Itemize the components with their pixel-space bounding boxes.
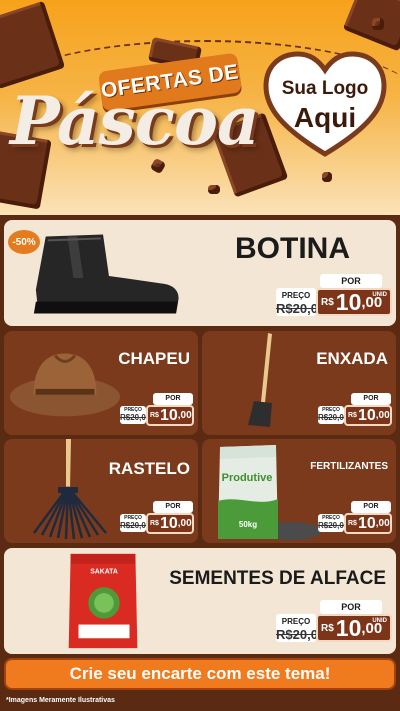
por-label: POR bbox=[351, 501, 391, 513]
current-price: R$ 10 ,00 UNID bbox=[316, 288, 392, 316]
old-price: R$20,00 bbox=[120, 413, 151, 422]
product-title: RASTELO bbox=[108, 459, 190, 478]
product-card-fertilizantes: FERTILIZANTES 50kg Produtive PREÇO R$20,… bbox=[202, 439, 396, 543]
seed-pack-image: SAKATA bbox=[68, 553, 138, 649]
currency: R$ bbox=[150, 412, 159, 419]
preco-label: PREÇO bbox=[281, 617, 311, 626]
product-title: ENXADA bbox=[316, 349, 388, 368]
price-block: PREÇO R$20,00 POR R$ 10 ,00 bbox=[318, 501, 394, 535]
current-price: R$ 10 ,00 bbox=[146, 405, 194, 426]
logo-line2: Aqui bbox=[293, 102, 357, 133]
old-price-box: PREÇO R$20,00 bbox=[318, 514, 349, 532]
chocolate-piece bbox=[322, 172, 332, 182]
price-block: PREÇO R$20,00 POR R$ 10 ,00 bbox=[120, 501, 196, 535]
price-int: 10 bbox=[335, 614, 362, 641]
price-block: PREÇO R$20,00 POR R$ 10 ,00 UNID bbox=[276, 274, 394, 318]
product-title: CHAPEU bbox=[118, 349, 190, 368]
old-price: R$20,00 bbox=[276, 301, 326, 316]
logo-line1: Sua Logo bbox=[281, 78, 369, 99]
price-block: PREÇO R$20,00 POR R$ 10 ,00 bbox=[318, 393, 394, 427]
product-card-botina: BOTINA PREÇO R$20,00 POR R$ 10 ,00 UNID bbox=[4, 220, 396, 326]
bag-brand: Produtive bbox=[222, 472, 273, 484]
old-price: R$20,00 bbox=[318, 413, 349, 422]
price-int: 10 bbox=[159, 406, 178, 424]
price-block: PREÇO R$20,00 POR R$ 10 ,00 UNID bbox=[276, 600, 394, 644]
product-card-enxada: ENXADA PREÇO R$20,00 POR R$ 10 ,00 bbox=[202, 331, 396, 435]
por-label: POR bbox=[320, 274, 382, 288]
cta-button[interactable]: Crie seu encarte com este tema! bbox=[4, 658, 396, 690]
current-price: R$ 10 ,00 bbox=[344, 405, 392, 426]
price-cents: ,00 bbox=[375, 518, 390, 529]
old-price-box: PREÇO R$20,00 bbox=[276, 614, 326, 642]
chocolate-piece bbox=[372, 18, 384, 30]
current-price: R$ 10 ,00 bbox=[146, 513, 194, 534]
preco-label: PREÇO bbox=[281, 291, 311, 300]
product-title: BOTINA bbox=[235, 232, 350, 265]
bag-weight: 50kg bbox=[239, 520, 257, 529]
product-card-chapeu: CHAPEU PREÇO R$20,00 POR R$ 10 ,00 bbox=[4, 331, 198, 435]
product-title: SEMENTES DE ALFACE bbox=[169, 568, 386, 589]
current-price: R$ 10 ,00 UNID bbox=[316, 614, 392, 642]
product-card-rastelo: RASTELO PREÇO R$20,00 POR R$ 10 ,00 bbox=[4, 439, 198, 543]
por-label: POR bbox=[153, 501, 193, 513]
por-label: POR bbox=[351, 393, 391, 405]
por-label: POR bbox=[153, 393, 193, 405]
current-price: R$ 10 ,00 bbox=[344, 513, 392, 534]
old-price-box: PREÇO R$20,00 bbox=[120, 514, 151, 532]
price-int: 10 bbox=[357, 406, 376, 424]
fertilizer-bag-image: 50kg Produtive bbox=[218, 445, 322, 540]
price-int: 10 bbox=[357, 514, 376, 532]
hat-image bbox=[9, 353, 121, 417]
easter-title: Páscoa bbox=[10, 82, 260, 160]
price-cents: ,00 bbox=[177, 410, 192, 421]
disclaimer-text: *Imagens Meramente Ilustrativas bbox=[6, 697, 115, 704]
header: OFERTAS DE Páscoa Sua Logo Aqui bbox=[0, 0, 400, 215]
currency: R$ bbox=[348, 412, 357, 419]
unit-label: UNID bbox=[372, 618, 387, 624]
currency: R$ bbox=[321, 296, 334, 308]
pack-brand: SAKATA bbox=[90, 569, 118, 576]
product-card-sementes: SEMENTES DE ALFACE SAKATA PREÇO R$20,00 … bbox=[4, 548, 396, 654]
hoe-image bbox=[248, 333, 272, 427]
rake-image bbox=[32, 439, 107, 540]
old-price: R$20,00 bbox=[318, 521, 349, 530]
price-block: PREÇO R$20,00 POR R$ 10 ,00 bbox=[120, 393, 196, 427]
currency: R$ bbox=[348, 520, 357, 527]
price-int: 10 bbox=[335, 288, 362, 315]
old-price: R$20,00 bbox=[276, 627, 326, 642]
chocolate-piece bbox=[149, 157, 167, 175]
old-price: R$20,00 bbox=[120, 521, 151, 530]
price-int: 10 bbox=[159, 514, 178, 532]
unit-label: UNID bbox=[372, 292, 387, 298]
currency: R$ bbox=[150, 520, 159, 527]
chocolate-piece bbox=[208, 185, 220, 194]
logo-placeholder: Sua Logo Aqui bbox=[262, 78, 388, 134]
old-price-box: PREÇO R$20,00 bbox=[120, 406, 151, 424]
old-price-box: PREÇO R$20,00 bbox=[318, 406, 349, 424]
por-label: POR bbox=[320, 600, 382, 614]
price-cents: ,00 bbox=[375, 410, 390, 421]
old-price-box: PREÇO R$20,00 bbox=[276, 288, 326, 316]
boot-image bbox=[33, 234, 179, 314]
price-cents: ,00 bbox=[177, 518, 192, 529]
discount-badge: -50% bbox=[8, 230, 40, 254]
currency: R$ bbox=[321, 622, 334, 634]
